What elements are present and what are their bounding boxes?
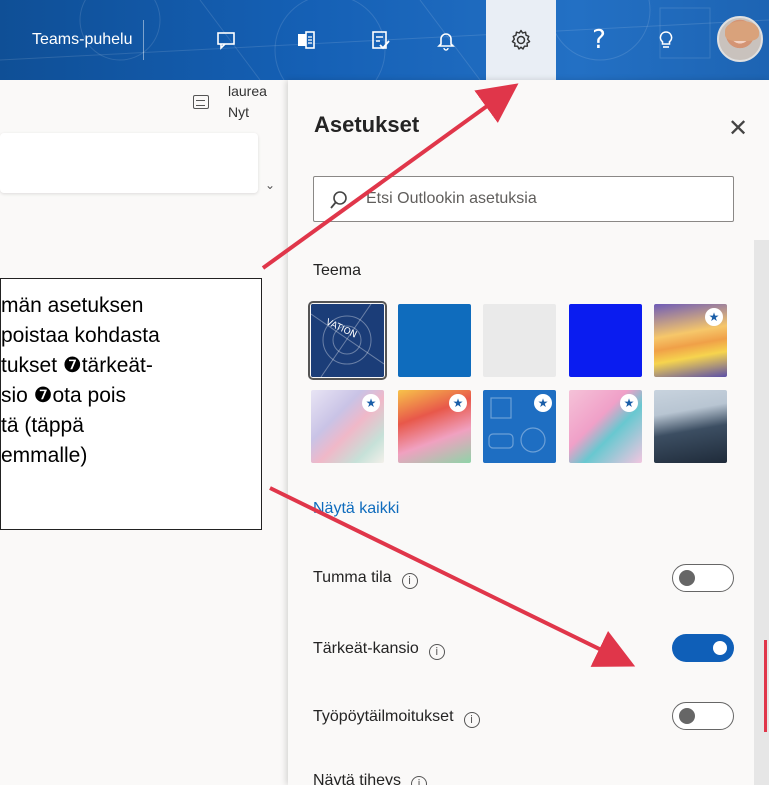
theme-tile-circuit[interactable]: VATION [308,301,387,380]
info-icon[interactable]: i [401,573,418,589]
theme-tile-games[interactable]: ★ [569,390,642,463]
desktop-notifications-row: Työpöytäilmoitukset i [313,708,480,728]
callout-line: män asetuksen [1,294,144,317]
theme-tile-mountain[interactable] [654,390,727,463]
search-placeholder: Etsi Outlookin asetuksia [366,190,537,207]
avatar[interactable] [717,16,763,62]
help-icon[interactable]: ? [577,18,621,62]
theme-tile-bright-blue[interactable] [569,304,642,377]
search-icon [330,191,347,209]
settings-title: Asetukset [314,112,420,137]
desktop-notifications-label: Työpöytäilmoitukset [313,708,454,725]
star-icon: ★ [620,394,638,412]
star-icon: ★ [534,394,552,412]
dark-mode-label: Tumma tila [313,569,392,586]
callout-line: sio ❼ota pois [1,384,127,407]
circuit-pattern: VATION [311,304,384,377]
gear-icon [511,29,531,50]
teams-call-button[interactable]: Teams-puhelu [22,20,144,60]
star-icon: ★ [362,394,380,412]
chat-icon[interactable] [204,18,248,62]
callout-line: poistaa kohdasta [1,324,160,347]
settings-button[interactable] [486,0,556,80]
message-card[interactable] [0,133,258,193]
info-icon[interactable]: i [428,644,445,660]
theme-tile-illustration[interactable]: ★ [398,390,471,463]
theme-tile-blue[interactable] [398,304,471,377]
focused-inbox-label: Tärkeät-kansio [313,640,419,657]
dark-mode-row: Tumma tila i [313,569,418,589]
task-icon[interactable] [358,18,402,62]
star-icon: ★ [705,308,723,326]
theme-tile-sports[interactable]: ★ [483,390,556,463]
bell-icon[interactable] [424,18,468,62]
display-density-row: Näytä tiheys i [313,772,428,785]
close-icon[interactable]: ✕ [728,114,748,142]
calendar-icon [193,95,209,109]
display-density-label: Näytä tiheys [313,772,402,785]
show-all-link[interactable]: Näytä kaikki [313,500,399,518]
theme-label: Teema [313,262,362,279]
theme-tile-light-gray[interactable] [483,304,556,377]
lightbulb-icon[interactable] [644,18,688,62]
account-name: laurea [228,83,267,99]
callout-line: emmalle) [1,444,88,467]
callout-line: tukset ❼tärkeät- [1,354,153,377]
settings-search-input[interactable]: Etsi Outlookin asetuksia [313,176,734,222]
callout-line: tä (täppä [1,414,84,437]
theme-tile-sunset[interactable]: ★ [654,304,727,377]
chevron-down-icon[interactable]: ⌄ [265,178,275,192]
info-icon[interactable]: i [463,712,480,728]
top-bar: Teams-puhelu ? [0,0,769,80]
word-icon[interactable] [284,18,328,62]
focused-inbox-toggle[interactable] [672,634,734,662]
desktop-notifications-toggle[interactable] [672,702,734,730]
focused-inbox-row: Tärkeät-kansio i [313,640,445,660]
time-label: Nyt [228,104,249,120]
star-icon: ★ [449,394,467,412]
annotation-callout: män asetuksen poistaa kohdasta tukset ❼t… [0,278,262,530]
info-icon[interactable]: i [411,776,428,785]
highlight-mark [764,640,769,732]
dark-mode-toggle[interactable] [672,564,734,592]
settings-panel: Asetukset ✕ Etsi Outlookin asetuksia Tee… [288,80,769,785]
theme-tile-ribbons[interactable]: ★ [311,390,384,463]
